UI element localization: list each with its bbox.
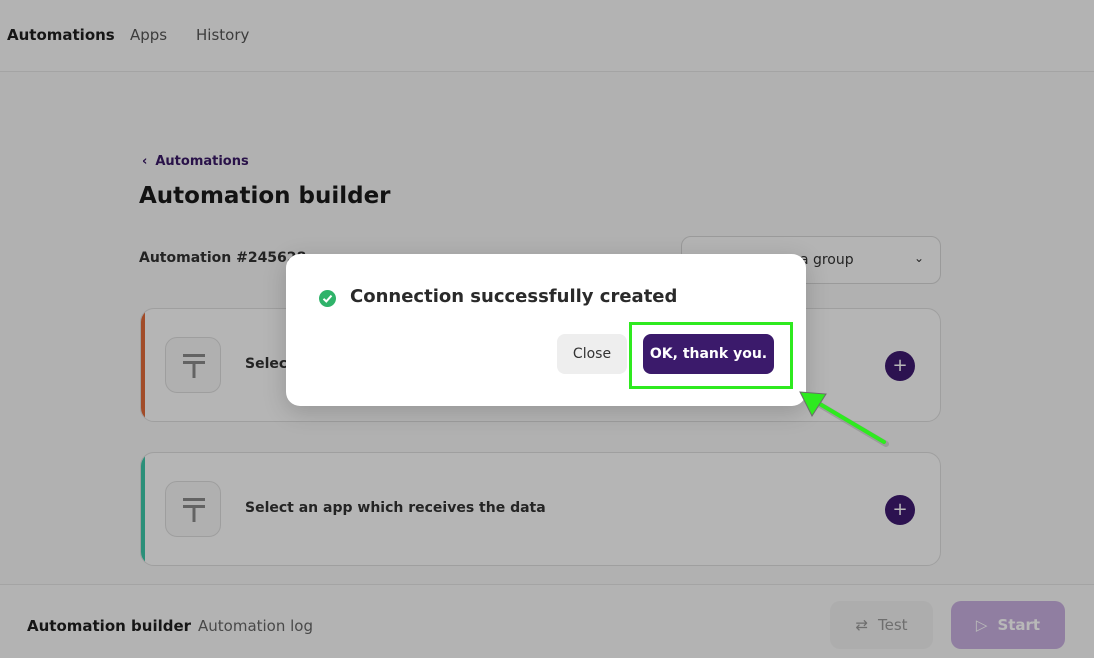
dialog-message: Connection successfully created	[350, 286, 678, 307]
pointer-arrow-icon	[799, 391, 889, 447]
check-circle-icon	[319, 290, 336, 307]
close-button[interactable]: Close	[557, 334, 627, 374]
highlight-box	[629, 322, 793, 389]
